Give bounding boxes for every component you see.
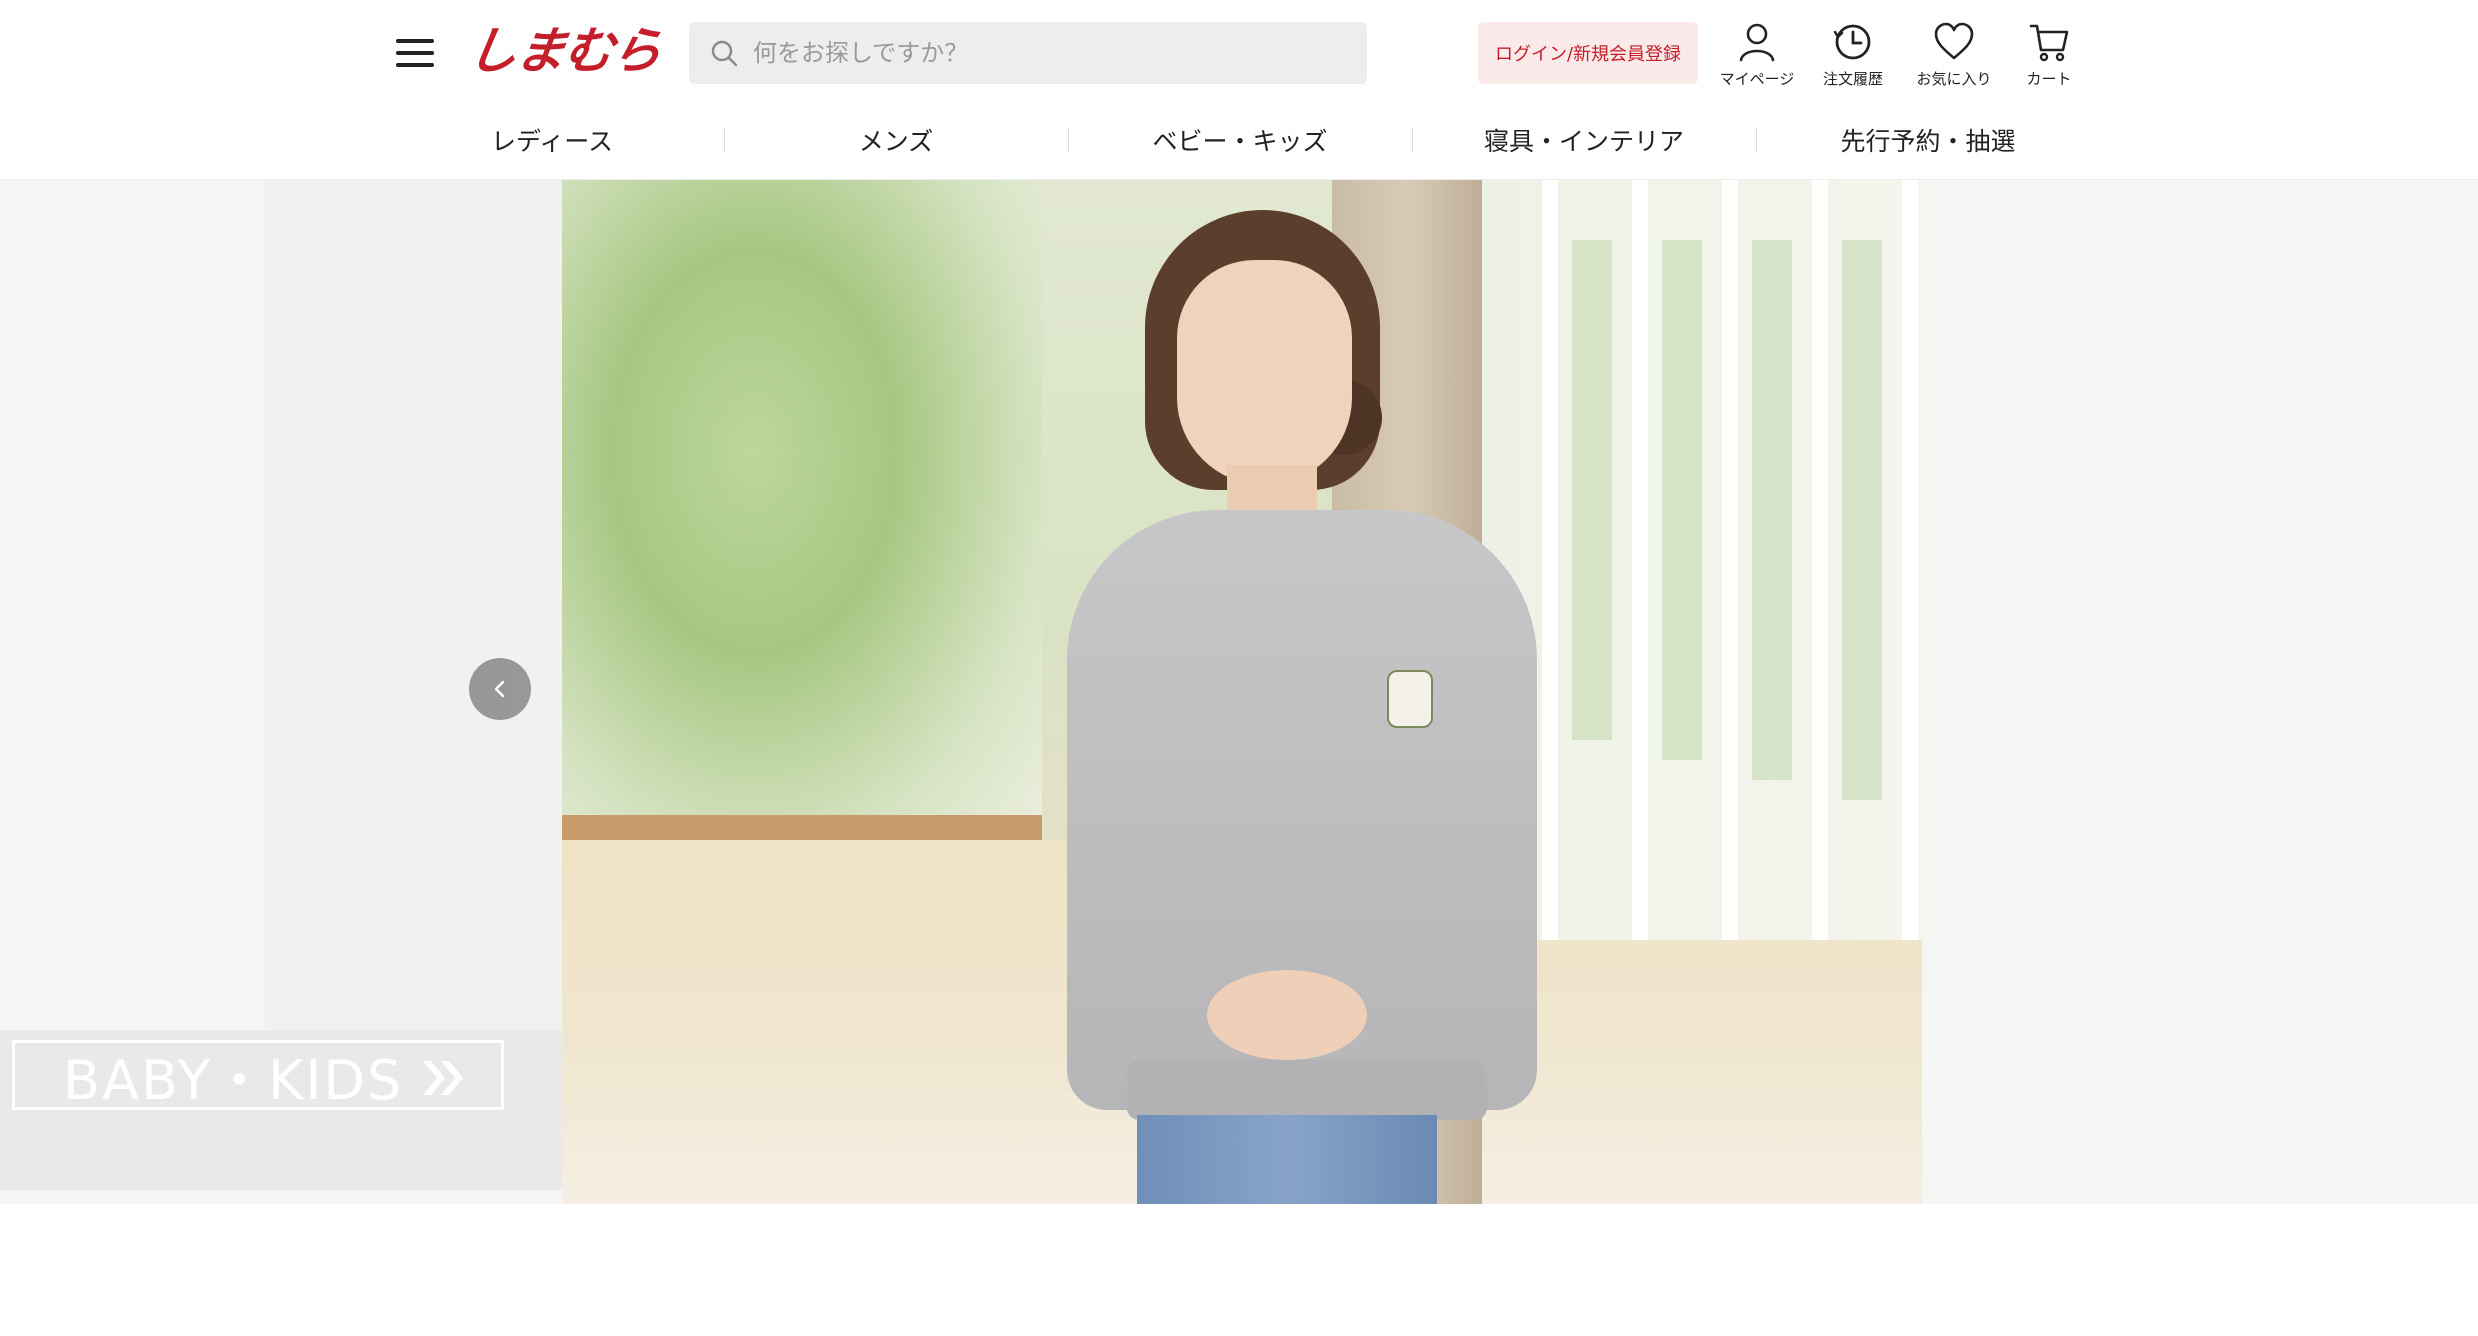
site-header: しまむら ログイン/新規会員登録 マイページ 注文履歴 お気に入り — [0, 0, 2478, 180]
model-jeans — [1137, 1115, 1437, 1204]
window-greenery — [562, 180, 1042, 860]
mypage-button[interactable]: マイページ — [1712, 20, 1802, 90]
nav-item-preorder-lottery[interactable]: 先行予約・抽選 — [1756, 110, 2100, 170]
hero-banner-image[interactable] — [562, 180, 1922, 1204]
search-input[interactable] — [753, 39, 1353, 67]
window-pane — [1572, 240, 1612, 740]
favorites-button[interactable]: お気に入り — [1909, 20, 1999, 90]
clock-icon — [1833, 24, 1871, 60]
window-pane — [1662, 240, 1702, 760]
window-mullion — [1902, 180, 1918, 940]
order-history-button[interactable]: 注文履歴 — [1808, 20, 1898, 90]
model-figure — [1007, 210, 1567, 1204]
baby-kids-banner-link[interactable]: BABY・KIDS — [12, 1040, 504, 1112]
chevron-left-icon — [494, 680, 505, 698]
baby-kids-banner-text: BABY・KIDS — [63, 1048, 404, 1112]
model-face — [1177, 260, 1352, 485]
category-nav: レディース メンズ ベビー・キッズ 寝具・インテリア 先行予約・抽選 — [380, 110, 2100, 170]
double-chevron-right-icon — [423, 1061, 463, 1095]
nav-item-ladies[interactable]: レディース — [380, 110, 724, 170]
search-icon — [711, 40, 738, 67]
cart-icon — [2029, 24, 2069, 62]
person-icon — [1739, 23, 1775, 62]
cart-label: カート — [2026, 70, 2072, 88]
window-frame — [562, 815, 1042, 841]
hamburger-menu-icon[interactable] — [396, 36, 436, 68]
window-mullion — [1632, 180, 1648, 940]
previous-slide-background — [0, 180, 265, 1030]
window-mullion — [1812, 180, 1828, 940]
nav-item-baby-kids[interactable]: ベビー・キッズ — [1068, 110, 1412, 170]
nav-item-mens[interactable]: メンズ — [724, 110, 1068, 170]
window-pane — [1842, 240, 1882, 800]
search-bar[interactable] — [689, 22, 1367, 84]
sweatshirt-hem — [1127, 1060, 1487, 1120]
model-hands — [1207, 970, 1367, 1060]
mypage-label: マイページ — [1719, 70, 1795, 88]
window-pane — [1752, 240, 1792, 780]
order-history-label: 注文履歴 — [1822, 70, 1883, 88]
nav-item-bedding-interior[interactable]: 寝具・インテリア — [1412, 110, 1756, 170]
next-slide-preview[interactable] — [1922, 180, 2478, 1204]
hero-carousel: BABY・KIDS — [0, 180, 2478, 1204]
shimamura-logo[interactable]: しまむら — [464, 22, 664, 80]
heart-icon — [1934, 22, 1974, 60]
favorites-label: お気に入り — [1916, 70, 1992, 88]
cart-button[interactable]: カート — [2004, 20, 2094, 90]
carousel-prev-button[interactable] — [469, 658, 531, 720]
login-register-button[interactable]: ログイン/新規会員登録 — [1478, 22, 1698, 84]
page-content-below — [0, 1204, 2478, 1336]
window-mullion — [1722, 180, 1738, 940]
sweatshirt-embroidery — [1387, 670, 1433, 728]
